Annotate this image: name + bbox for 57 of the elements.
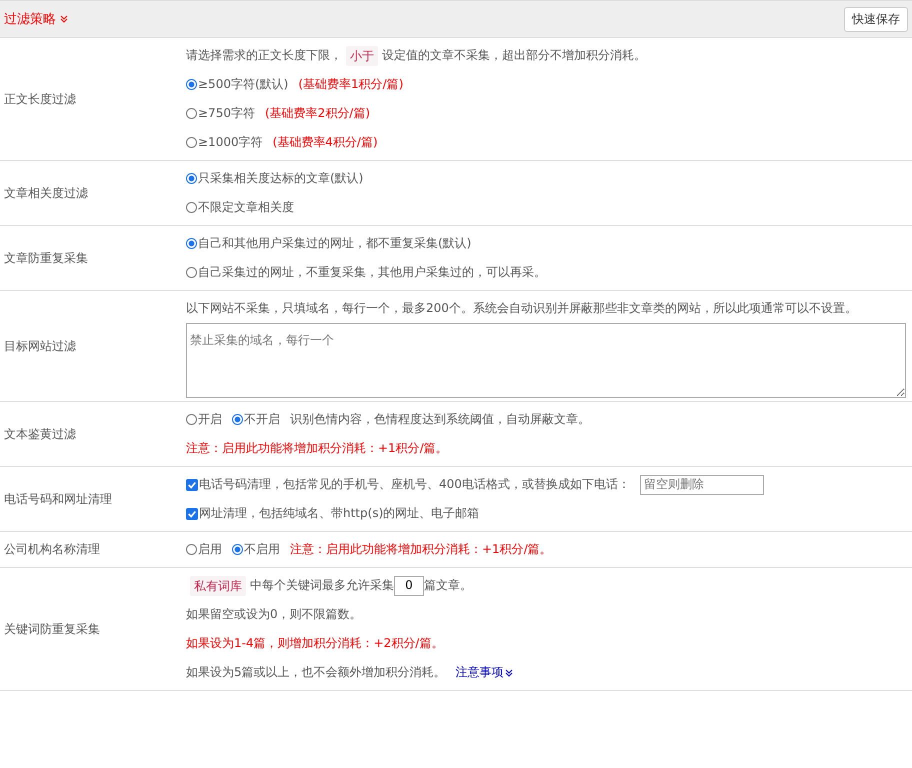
radio-button[interactable]	[232, 544, 243, 555]
description-text: 设定值的文章不采集，超出部分不增加积分消耗。	[382, 47, 646, 64]
radio-button[interactable]	[186, 414, 197, 425]
description-text: 篇文章。	[424, 577, 472, 594]
radio-label[interactable]: 不启用	[244, 535, 280, 564]
description-text: 识别色情内容，色情程度达到系统阈值，自动屏蔽文章。	[290, 411, 590, 428]
setting-label: 目标网站过滤	[3, 338, 77, 354]
keyword-tag: 小于	[346, 46, 378, 66]
phone-input-field[interactable]: 留空则删除	[640, 474, 764, 494]
radio-button[interactable]	[186, 108, 197, 119]
radio-label[interactable]: 自己和其他用户采集过的网址，都不重复采集(默认)	[198, 229, 472, 258]
setting-label: 电话号码和网址清理	[3, 490, 113, 508]
description-text: 以下网站不采集，只填域名，每行一个，最多200个。系统会自动识别并屏蔽那些非文章类的网站，所以此项通常可以不设置。	[186, 300, 857, 317]
radio-label[interactable]: 开启	[198, 405, 222, 434]
description-text: 请选择需求的正文长度下限，	[186, 47, 342, 64]
description-text: 中每个关键词最多允许采集	[250, 577, 394, 594]
radio-label[interactable]: ≥500字符(默认)	[198, 70, 288, 99]
radio-label[interactable]: 不开启	[244, 405, 280, 434]
checkbox-label[interactable]: 网址清理，包括纯域名、带http(s)的网址、电子邮箱	[199, 499, 480, 528]
notes-link[interactable]: 注意事项	[456, 658, 504, 687]
checkbox[interactable]	[186, 508, 198, 520]
setting-label: 公司机构名称清理	[3, 541, 101, 558]
warning-text: 注意：启用此功能将增加积分消耗：+1积分/篇。	[290, 541, 552, 558]
warning-text: 注意：启用此功能将增加积分消耗：+1积分/篇。	[186, 440, 448, 457]
setting-label: 正文长度过滤	[3, 90, 77, 108]
radio-button[interactable]	[186, 137, 197, 148]
quick-save-button[interactable]: 快速保存	[844, 6, 908, 32]
radio-label[interactable]: ≥750字符	[198, 99, 255, 128]
warning-text: 如果设为1-4篇，则增加积分消耗：+2积分/篇。	[186, 635, 444, 652]
description-text: 如果留空或设为0，则不限篇数。	[186, 606, 362, 623]
radio-label[interactable]: ≥1000字符	[198, 128, 263, 157]
chevron-down-icon	[60, 15, 68, 23]
radio-button[interactable]	[186, 173, 197, 184]
checkbox-label[interactable]: 电话号码清理，包括常见的手机号、座机号、400电话格式，或替换成如下电话：	[199, 470, 630, 499]
setting-label: 文本鉴黄过滤	[3, 426, 77, 442]
setting-label: 关键词防重复采集	[3, 620, 101, 638]
radio-button[interactable]	[186, 202, 197, 213]
warning-text: (基础费率4积分/篇)	[272, 134, 378, 151]
checkbox[interactable]	[186, 478, 198, 490]
radio-button[interactable]	[232, 414, 243, 425]
radio-button[interactable]	[186, 544, 197, 555]
keyword-tag: 私有词库	[190, 576, 246, 596]
radio-label[interactable]: 只采集相关度达标的文章(默认)	[198, 164, 364, 193]
radio-label[interactable]: 启用	[198, 535, 222, 564]
radio-label[interactable]: 不限定文章相关度	[198, 193, 294, 222]
setting-label: 文章相关度过滤	[3, 184, 89, 202]
warning-text: (基础费率2积分/篇)	[264, 105, 370, 122]
radio-button[interactable]	[186, 238, 197, 249]
chevron-down-icon	[504, 668, 513, 676]
setting-label: 文章防重复采集	[3, 250, 89, 266]
radio-label[interactable]: 自己采集过的网址，不重复采集，其他用户采集过的，可以再采。	[198, 258, 546, 287]
radio-button[interactable]	[186, 79, 197, 90]
description-text: 如果设为5篇或以上，也不会额外增加积分消耗。	[186, 664, 446, 681]
domain-textarea[interactable]: 禁止采集的域名，每行一个	[186, 323, 906, 398]
warning-text: (基础费率1积分/篇)	[298, 76, 404, 93]
radio-button[interactable]	[186, 267, 197, 278]
count-input-field[interactable]: 0	[394, 576, 424, 596]
